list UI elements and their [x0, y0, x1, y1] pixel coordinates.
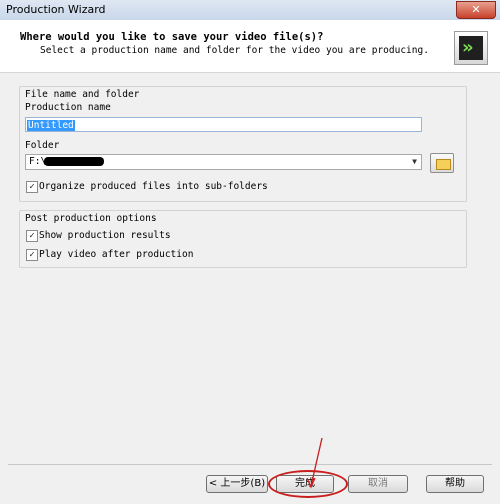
play-video-label: Play video after production: [39, 249, 194, 260]
browse-folder-button[interactable]: [430, 153, 454, 173]
back-button[interactable]: < 上一步(B): [206, 475, 268, 493]
folder-dropdown[interactable]: F:\ ▼: [25, 154, 422, 170]
footer-divider: [8, 464, 492, 465]
production-name-value: Untitled: [27, 120, 75, 131]
close-button[interactable]: ✕: [456, 1, 496, 19]
show-results-label: Show production results: [39, 230, 171, 241]
app-logo-icon: »: [454, 31, 488, 65]
show-results-checkbox[interactable]: ✓: [26, 230, 38, 242]
window-title: Production Wizard: [6, 3, 106, 16]
organize-subfolders-checkbox[interactable]: ✓: [26, 181, 38, 193]
cancel-button[interactable]: 取消: [348, 475, 408, 493]
header-subheading: Select a production name and folder for …: [40, 45, 429, 56]
production-name-label: Production name: [25, 102, 111, 113]
post-group-legend: Post production options: [25, 213, 157, 224]
production-name-input[interactable]: Untitled: [25, 117, 422, 132]
annotation-ellipse: [268, 470, 348, 498]
file-group-legend: File name and folder: [25, 89, 140, 100]
header-heading: Where would you like to save your video …: [20, 31, 324, 43]
redacted-scribble: [44, 157, 104, 166]
folder-label: Folder: [25, 140, 60, 151]
wizard-header: Where would you like to save your video …: [0, 20, 500, 73]
play-video-checkbox[interactable]: ✓: [26, 249, 38, 261]
help-button[interactable]: 帮助: [426, 475, 484, 493]
organize-subfolders-label: Organize produced files into sub-folders: [39, 181, 268, 192]
folder-open-icon: [436, 159, 451, 170]
title-bar: Production Wizard ✕: [0, 0, 500, 20]
chevron-down-icon[interactable]: ▼: [412, 157, 417, 166]
